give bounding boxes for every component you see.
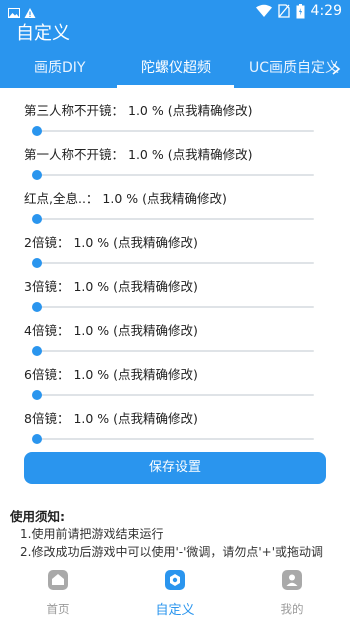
settings-list: 第三人称不开镜： 1.0 % (点我精确修改) 第一人称不开镜： 1.0 % (… (0, 88, 350, 558)
setting-value: 1.0 % (73, 279, 110, 294)
chevron-right-icon[interactable] (330, 61, 342, 75)
setting-value: 1.0 % (73, 235, 110, 250)
setting-row: 2倍镜： 1.0 % (点我精确修改) (0, 220, 350, 268)
notice-item: 1.使用前请把游戏结束运行 (20, 527, 164, 541)
setting-value: 1.0 % (128, 147, 164, 162)
setting-value: 1.0 % (73, 367, 110, 382)
setting-name: 第一人称不开镜： (24, 147, 125, 162)
setting-label[interactable]: 红点,全息..： 1.0 % (点我精确修改) (24, 188, 227, 207)
setting-name: 4倍镜： (24, 323, 70, 338)
setting-hint: (点我精确修改) (113, 279, 198, 294)
setting-row: 第一人称不开镜： 1.0 % (点我精确修改) (0, 132, 350, 180)
setting-value: 1.0 % (128, 103, 164, 118)
notice-item: 2.修改成功后游戏中可以使用'-'微调，请勿点'+'或拖动调 (20, 545, 324, 559)
app-bar: 自定义 画质DIY 陀螺仪超频 UC画质自定义 (0, 24, 350, 88)
setting-hint: (点我精确修改) (142, 191, 227, 206)
setting-label[interactable]: 第一人称不开镜： 1.0 % (点我精确修改) (24, 144, 252, 163)
setting-label[interactable]: 4倍镜： 1.0 % (点我精确修改) (24, 320, 198, 339)
nav-custom[interactable]: 自定义 (117, 566, 233, 622)
setting-hint: (点我精确修改) (167, 103, 253, 118)
setting-name: 红点,全息..： (24, 191, 99, 206)
setting-row: 3倍镜： 1.0 % (点我精确修改) (0, 264, 350, 312)
setting-row: 6倍镜： 1.0 % (点我精确修改) (0, 352, 350, 400)
setting-hint: (点我精确修改) (167, 147, 253, 162)
slider-thumb[interactable] (31, 434, 42, 444)
setting-hint: (点我精确修改) (113, 323, 198, 338)
tab-bar: 画质DIY 陀螺仪超频 UC画质自定义 (0, 48, 350, 88)
setting-name: 第三人称不开镜： (24, 103, 125, 118)
setting-hint: (点我精确修改) (113, 235, 198, 250)
setting-label[interactable]: 2倍镜： 1.0 % (点我精确修改) (24, 232, 198, 251)
custom-icon (165, 570, 185, 590)
setting-name: 6倍镜： (24, 367, 70, 382)
setting-row: 红点,全息..： 1.0 % (点我精确修改) (0, 176, 350, 224)
setting-name: 2倍镜： (24, 235, 70, 250)
setting-label[interactable]: 3倍镜： 1.0 % (点我精确修改) (24, 276, 198, 295)
setting-value: 1.0 % (73, 411, 110, 426)
no-sim-icon (277, 4, 290, 18)
tab-uc-quality-custom[interactable]: UC画质自定义 (249, 48, 342, 88)
setting-label[interactable]: 6倍镜： 1.0 % (点我精确修改) (24, 364, 198, 383)
status-bar: 4:29 (0, 0, 350, 24)
setting-value: 1.0 % (102, 191, 139, 206)
setting-row: 8倍镜： 1.0 % (点我精确修改) (0, 396, 350, 444)
setting-hint: (点我精确修改) (113, 411, 198, 426)
status-time: 4:29 (310, 3, 342, 19)
notice-title: 使用须知: (10, 509, 65, 524)
alert-icon (24, 4, 36, 18)
home-icon (48, 570, 68, 590)
page-title: 自定义 (16, 23, 70, 44)
tab-quality-diy[interactable]: 画质DIY (34, 48, 85, 88)
setting-row: 4倍镜： 1.0 % (点我精确修改) (0, 308, 350, 356)
setting-name: 3倍镜： (24, 279, 70, 294)
setting-hint: (点我精确修改) (113, 367, 198, 382)
nav-label: 我的 (280, 602, 304, 616)
image-icon (8, 4, 20, 18)
profile-icon (282, 570, 302, 590)
setting-label[interactable]: 第三人称不开镜： 1.0 % (点我精确修改) (24, 100, 252, 119)
sensitivity-slider[interactable] (31, 434, 314, 444)
bottom-nav: 首页 自定义 我的 (0, 562, 350, 622)
setting-row: 第三人称不开镜： 1.0 % (点我精确修改) (0, 88, 350, 136)
wifi-icon (255, 4, 272, 18)
setting-label[interactable]: 8倍镜： 1.0 % (点我精确修改) (24, 408, 198, 427)
slider-track (34, 438, 314, 440)
save-settings-button[interactable]: 保存设置 (24, 452, 326, 484)
battery-icon (296, 3, 305, 19)
setting-name: 8倍镜： (24, 411, 70, 426)
nav-home[interactable]: 首页 (0, 566, 116, 622)
nav-label: 自定义 (155, 603, 195, 618)
setting-value: 1.0 % (73, 323, 110, 338)
tab-gyro-overclock[interactable]: 陀螺仪超频 (141, 48, 211, 88)
nav-profile[interactable]: 我的 (234, 566, 350, 622)
nav-label: 首页 (46, 602, 70, 616)
